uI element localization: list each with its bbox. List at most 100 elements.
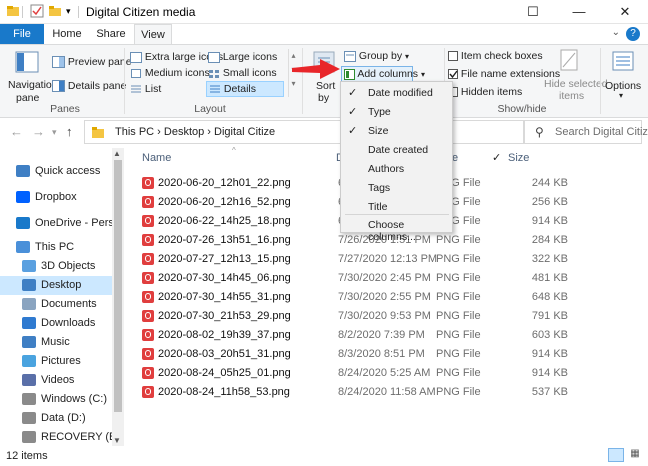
png-file-icon (142, 329, 154, 341)
sidebar-item-windows-c[interactable]: Windows (C:) (0, 390, 112, 409)
file-name-extensions-checkbox[interactable] (448, 69, 458, 80)
sidebar-item-label: Pictures (41, 355, 81, 367)
sidebar-item-downloads[interactable]: Downloads (0, 314, 112, 333)
preview-pane-label: Preview pane (67, 56, 132, 68)
png-file-icon (142, 177, 154, 189)
add-columns-button[interactable]: Add columns ▾ (341, 66, 425, 82)
menu-item-date-modified[interactable]: ✓ Date modified (341, 84, 452, 103)
large-icons-option[interactable]: Large icons (208, 51, 277, 63)
sidebar-item-music[interactable]: Music (0, 333, 112, 352)
recent-locations-icon[interactable]: ▾ (52, 127, 57, 138)
file-row[interactable]: 2020-08-03_20h51_31.png 8/3/2020 8:51 PM P… (140, 345, 640, 364)
dropbox-icon (16, 191, 30, 203)
medium-icons-label: Medium icons (144, 67, 210, 79)
item-checkboxes-checkbox[interactable] (448, 51, 458, 62)
large-icons-view-icon[interactable]: ▦ (628, 448, 642, 462)
sort-by-label2: by (318, 92, 330, 104)
small-icons-option[interactable]: Small icons (208, 67, 277, 79)
file-name: 2020-07-27_12h13_15.png (158, 253, 291, 265)
tab-view[interactable]: View (134, 24, 172, 45)
new-folder-icon[interactable] (48, 4, 62, 21)
sidebar-item-label: RECOVERY (E:) (41, 431, 112, 443)
menu-item-type[interactable]: ✓ Type (341, 103, 452, 122)
sidebar-item-dropbox[interactable]: Dropbox (0, 188, 112, 207)
medium-icons-icon (131, 68, 141, 78)
sidebar-item-documents[interactable]: Documents (0, 295, 112, 314)
details-pane-button[interactable]: Details pane (52, 80, 127, 93)
tab-file[interactable]: File (0, 24, 44, 44)
small-icons-label: Small icons (222, 67, 277, 79)
sidebar-item-data-d[interactable]: Data (D:) (0, 409, 112, 428)
menu-item-authors[interactable]: Authors (341, 160, 452, 179)
file-row[interactable]: 2020-08-02_19h39_37.png 8/2/2020 7:39 PM P… (140, 326, 640, 345)
back-arrow-icon[interactable]: ← (10, 124, 23, 139)
chevron-down-icon[interactable]: ⌄ (612, 27, 620, 38)
customize-toolbar-icon[interactable]: ▾ (66, 6, 71, 17)
sidebar-item-pictures[interactable]: Pictures (0, 352, 112, 371)
sidebar-item-3d-objects[interactable]: 3D Objects (0, 257, 112, 276)
search-input[interactable]: ⚲ Search Digital Citiz... (524, 120, 648, 144)
status-bar: 12 items ▦ (0, 446, 648, 466)
maximize-button[interactable]: ☐ (510, 0, 556, 24)
scroll-down-icon[interactable]: ▼ (113, 436, 121, 445)
checkmark-icon: ✓ (348, 106, 358, 118)
sidebar-item-recovery-e[interactable]: RECOVERY (E:) (0, 428, 112, 447)
details-icon (210, 85, 220, 93)
group-by-label: Group by (358, 50, 403, 62)
up-arrow-icon[interactable]: ↑ (66, 124, 73, 139)
menu-item-size[interactable]: ✓ Size (341, 122, 452, 141)
minimize-button[interactable]: — (556, 0, 602, 24)
medium-icons-option[interactable]: Medium icons (130, 67, 210, 79)
close-button[interactable]: ✕ (602, 0, 648, 24)
file-row[interactable]: 2020-07-27_12h13_15.png 7/27/2020 12:13 P… (140, 250, 640, 269)
list-option[interactable]: List (130, 83, 161, 95)
star-icon (16, 165, 30, 177)
preview-pane-button[interactable]: Preview pane (52, 56, 132, 69)
nav-scrollbar-thumb[interactable] (114, 160, 122, 412)
help-icon[interactable]: ? (626, 27, 640, 41)
document-icon (22, 298, 36, 310)
file-date-modified: 7/30/2020 9:53 PM (338, 310, 431, 322)
column-header-name[interactable]: Name (142, 152, 171, 164)
file-row[interactable]: 2020-08-24_11h58_53.png 8/24/2020 11:58 A… (140, 383, 640, 402)
sidebar-item-onedrive-person[interactable]: OneDrive - Person (0, 214, 112, 233)
forward-arrow-icon[interactable]: → (32, 124, 45, 139)
sidebar-item-label: Downloads (41, 317, 96, 329)
details-option[interactable]: Details (206, 81, 284, 97)
scroll-up-icon[interactable]: ▲ (113, 149, 121, 158)
properties-icon[interactable] (30, 4, 44, 21)
file-date-modified: 8/24/2020 5:25 AM (338, 367, 431, 379)
file-name: 2020-06-20_12h16_52.png (158, 196, 291, 208)
column-header-size[interactable]: Size (508, 152, 529, 164)
details-pane-label: Details pane (67, 80, 127, 92)
sidebar-item-videos[interactable]: Videos (0, 371, 112, 390)
menu-item-tags[interactable]: Tags (341, 179, 452, 198)
tab-share[interactable]: Share (90, 24, 132, 44)
menu-item-label: Choose columns... (368, 219, 416, 243)
file-size: 914 KB (531, 348, 568, 360)
file-name: 2020-07-30_14h45_06.png (158, 272, 291, 284)
sidebar-item-desktop[interactable]: Desktop (0, 276, 112, 295)
details-view-icon[interactable] (608, 448, 624, 462)
hidden-items-option[interactable]: Hidden items (448, 86, 522, 98)
menu-item-choose-columns[interactable]: Choose columns... (341, 216, 452, 243)
menu-item-date-created[interactable]: Date created (341, 141, 452, 160)
file-row[interactable]: 2020-07-30_14h45_06.png 7/30/2020 2:45 PM… (140, 269, 640, 288)
group-by-icon (344, 50, 356, 62)
tab-home[interactable]: Home (47, 24, 87, 44)
item-checkboxes-option[interactable]: Item check boxes (448, 50, 543, 62)
file-row[interactable]: 2020-08-24_05h25_01.png 8/24/2020 5:25 AM… (140, 364, 640, 383)
window-title: Digital Citizen media (86, 5, 196, 19)
sidebar-item-this-pc[interactable]: This PC (0, 238, 112, 257)
sort-ascending-icon: ^ (232, 146, 236, 155)
file-row[interactable]: 2020-07-30_21h53_29.png 7/30/2020 9:53 PM… (140, 307, 640, 326)
sidebar-item-quick-access[interactable]: Quick access (0, 162, 112, 181)
sidebar-item-label: Documents (41, 298, 97, 310)
group-by-button[interactable]: Group by ▾ (344, 50, 409, 62)
hide-selected-items-button[interactable]: Hide selected items (544, 49, 608, 102)
file-row[interactable]: 2020-07-30_14h55_31.png 7/30/2020 2:55 PM… (140, 288, 640, 307)
address-bar[interactable]: This PC › Desktop › Digital Citize (84, 120, 524, 144)
file-name: 2020-07-26_13h51_16.png (158, 234, 291, 246)
options-button[interactable]: Options ▾ (604, 49, 644, 101)
file-size: 322 KB (531, 253, 568, 265)
